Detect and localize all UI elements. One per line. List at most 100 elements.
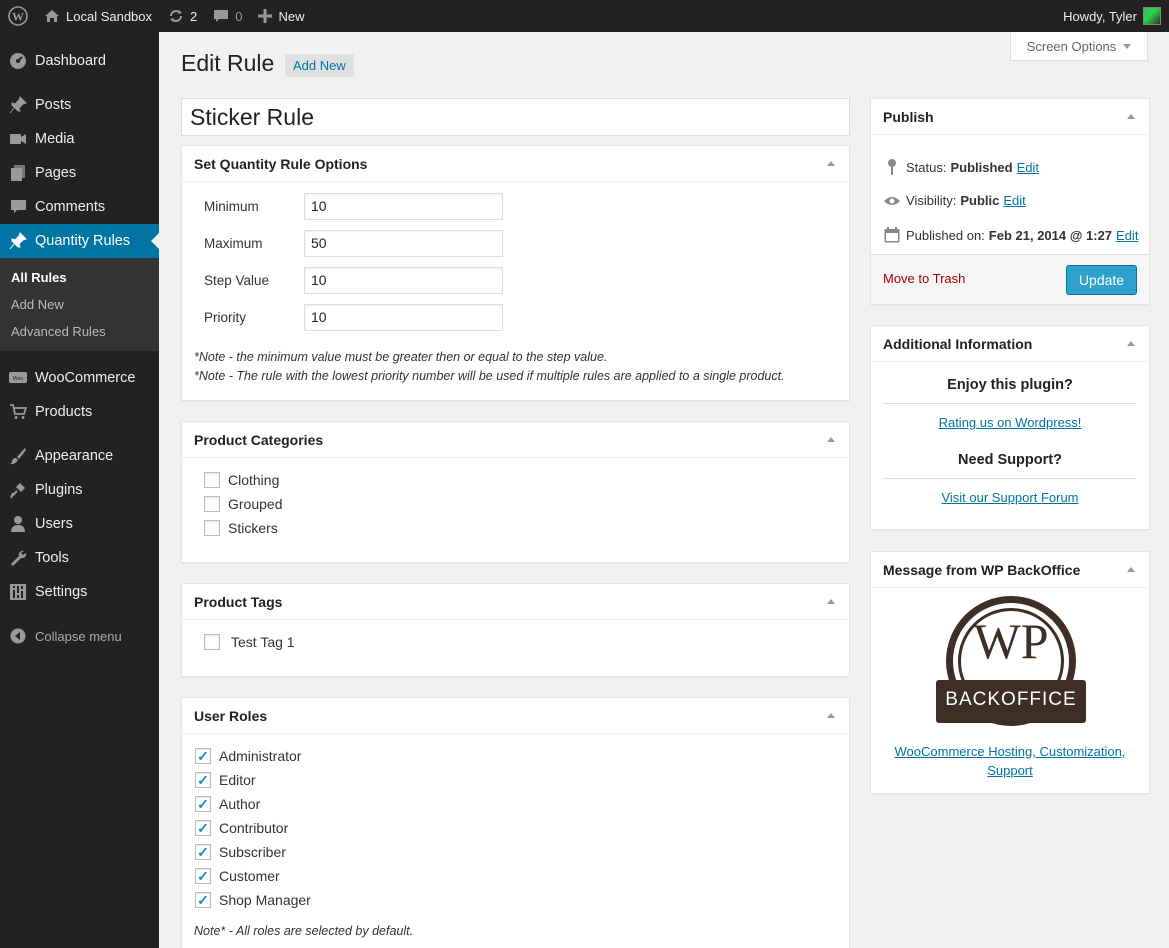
category-checkbox-row[interactable]: Grouped xyxy=(204,496,282,512)
category-checkbox-row[interactable]: Stickers xyxy=(204,520,278,536)
role-checkbox-row[interactable]: Shop Manager xyxy=(195,892,311,908)
role-checkbox-row[interactable]: Contributor xyxy=(195,820,288,836)
site-name-link[interactable]: Local Sandbox xyxy=(36,0,160,32)
menu-comments[interactable]: Comments xyxy=(0,190,159,224)
checkbox[interactable] xyxy=(195,820,211,836)
priority-input[interactable]: 10 xyxy=(304,304,503,331)
checkbox-label: Editor xyxy=(219,772,256,788)
backoffice-message-box: Message from WP BackOffice WP BACKOFFICE… xyxy=(870,551,1150,794)
wp-backoffice-logo[interactable]: WP BACKOFFICE xyxy=(934,594,1088,729)
pages-icon xyxy=(8,163,28,183)
box-header[interactable]: Product Categories xyxy=(182,422,849,458)
collapse-toggle-icon[interactable] xyxy=(827,161,835,166)
menu-quantity-rules[interactable]: Quantity Rules xyxy=(0,224,159,258)
submenu-all-rules[interactable]: All Rules xyxy=(0,264,159,291)
map-pin-icon xyxy=(883,159,901,175)
comments-link[interactable]: 0 xyxy=(205,0,250,32)
tag-checkbox-row[interactable]: Test Tag 1 xyxy=(204,634,295,650)
box-header[interactable]: Product Tags xyxy=(182,584,849,620)
checkbox-label: Shop Manager xyxy=(219,892,311,908)
checkbox-label: Subscriber xyxy=(219,844,286,860)
add-new-button[interactable]: Add New xyxy=(285,54,354,77)
caret-down-icon xyxy=(1123,43,1132,49)
collapse-toggle-icon[interactable] xyxy=(827,437,835,442)
collapse-menu-button[interactable]: Collapse menu xyxy=(0,619,159,653)
comment-bubble-icon xyxy=(213,9,229,24)
paintbrush-icon xyxy=(8,446,28,466)
menu-posts[interactable]: Posts xyxy=(0,88,159,122)
box-title: User Roles xyxy=(194,707,268,724)
edit-status-link[interactable]: Edit xyxy=(1017,160,1039,175)
menu-media[interactable]: Media xyxy=(0,122,159,156)
menu-label: Users xyxy=(35,516,73,532)
edit-date-link[interactable]: Edit xyxy=(1116,228,1138,243)
settings-sliders-icon xyxy=(8,582,28,602)
support-forum-link[interactable]: Visit our Support Forum xyxy=(941,490,1078,505)
menu-users[interactable]: Users xyxy=(0,507,159,541)
role-checkbox-row[interactable]: Editor xyxy=(195,772,256,788)
dashboard-gauge-icon xyxy=(8,51,28,71)
menu-plugins[interactable]: Plugins xyxy=(0,473,159,507)
backoffice-link-line1[interactable]: WooCommerce Hosting, Customization, xyxy=(895,744,1126,759)
menu-label: Media xyxy=(35,131,75,147)
edit-visibility-link[interactable]: Edit xyxy=(1003,193,1025,208)
box-header[interactable]: Additional Information xyxy=(871,326,1149,362)
role-checkbox-row[interactable]: Author xyxy=(195,796,260,812)
checkbox[interactable] xyxy=(195,892,211,908)
menu-tools[interactable]: Tools xyxy=(0,541,159,575)
new-content-link[interactable]: New xyxy=(250,0,312,32)
additional-info-box: Additional Information Enjoy this plugin… xyxy=(870,325,1150,530)
my-account-link[interactable]: Howdy, Tyler xyxy=(1055,0,1169,32)
collapse-toggle-icon[interactable] xyxy=(827,713,835,718)
step-value-input[interactable]: 10 xyxy=(304,267,503,294)
menu-products[interactable]: Products xyxy=(0,395,159,429)
maximum-input[interactable]: 50 xyxy=(304,230,503,257)
rating-link[interactable]: Rating us on Wordpress! xyxy=(939,415,1082,430)
checkbox[interactable] xyxy=(195,772,211,788)
plus-icon xyxy=(258,9,273,23)
wordpress-logo-icon[interactable]: W xyxy=(0,0,36,32)
submenu-add-new[interactable]: Add New xyxy=(0,291,159,318)
step-value-note: *Note - the minimum value must be greate… xyxy=(194,350,608,364)
checkbox[interactable] xyxy=(204,496,220,512)
box-header[interactable]: Message from WP BackOffice xyxy=(871,552,1149,588)
step-value-row: Step Value 10 xyxy=(204,267,503,294)
screen-options-button[interactable]: Screen Options xyxy=(1010,32,1148,61)
collapse-toggle-icon[interactable] xyxy=(1127,341,1135,346)
role-checkbox-row[interactable]: Subscriber xyxy=(195,844,286,860)
minimum-input[interactable]: 10 xyxy=(304,193,503,220)
box-header[interactable]: User Roles xyxy=(182,698,849,734)
menu-woocommerce[interactable]: Woo WooCommerce xyxy=(0,361,159,395)
move-to-trash-link[interactable]: Move to Trash xyxy=(883,271,965,286)
menu-pages[interactable]: Pages xyxy=(0,156,159,190)
collapse-toggle-icon[interactable] xyxy=(1127,567,1135,572)
checkbox[interactable] xyxy=(195,748,211,764)
menu-appearance[interactable]: Appearance xyxy=(0,439,159,473)
plug-icon xyxy=(8,480,28,500)
menu-label: Products xyxy=(35,404,93,420)
box-header[interactable]: Publish xyxy=(871,99,1149,135)
backoffice-link-line2[interactable]: Support xyxy=(987,763,1033,778)
collapse-arrow-icon xyxy=(8,626,28,646)
checkbox[interactable] xyxy=(204,520,220,536)
menu-dashboard[interactable]: Dashboard xyxy=(0,44,159,78)
checkbox[interactable] xyxy=(195,796,211,812)
post-title-input[interactable]: Sticker Rule xyxy=(181,98,850,136)
checkbox[interactable] xyxy=(195,868,211,884)
collapse-toggle-icon[interactable] xyxy=(1127,114,1135,119)
visibility-label: Visibility: xyxy=(906,193,957,208)
checkbox[interactable] xyxy=(204,634,220,650)
updates-link[interactable]: 2 xyxy=(160,0,205,32)
checkbox[interactable] xyxy=(195,844,211,860)
checkbox[interactable] xyxy=(204,472,220,488)
status-label: Status: xyxy=(906,159,947,175)
menu-label: Settings xyxy=(35,584,88,600)
box-header[interactable]: Set Quantity Rule Options xyxy=(182,146,849,182)
role-checkbox-row[interactable]: Customer xyxy=(195,868,280,884)
menu-settings[interactable]: Settings xyxy=(0,575,159,609)
category-checkbox-row[interactable]: Clothing xyxy=(204,472,279,488)
update-button[interactable]: Update xyxy=(1066,265,1137,295)
submenu-advanced-rules[interactable]: Advanced Rules xyxy=(0,318,159,345)
collapse-toggle-icon[interactable] xyxy=(827,599,835,604)
role-checkbox-row[interactable]: Administrator xyxy=(195,748,301,764)
